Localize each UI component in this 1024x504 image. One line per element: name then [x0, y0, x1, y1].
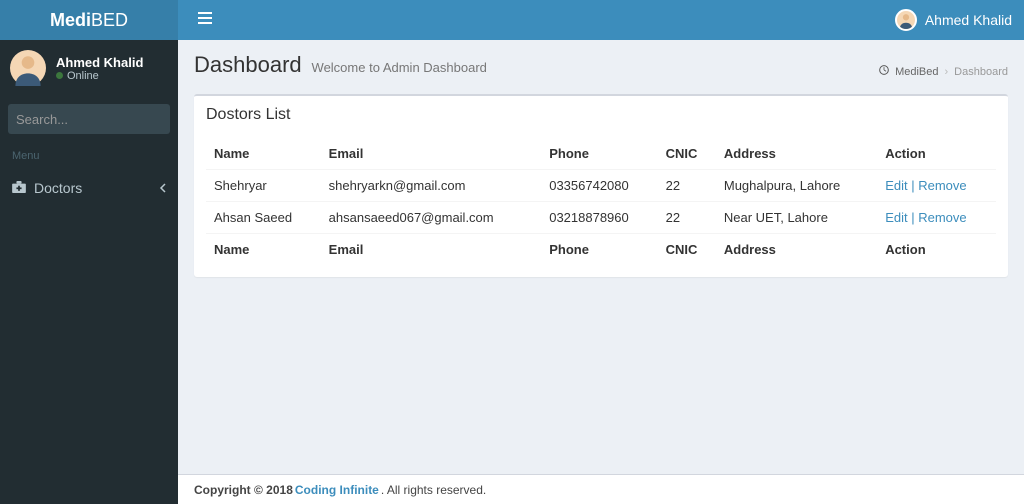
sidebar-user-panel: Ahmed Khalid Online	[0, 40, 178, 96]
page-subtitle: Welcome to Admin Dashboard	[312, 60, 487, 75]
content-wrapper: Dashboard Welcome to Admin Dashboard Med…	[178, 40, 1024, 474]
cell-name: Shehryar	[206, 170, 321, 202]
footer: Copyright © 2018 Coding Infinite . All r…	[178, 474, 1024, 504]
cell-cnic: 22	[658, 202, 716, 234]
brand-light: BED	[91, 10, 128, 30]
cell-phone: 03218878960	[541, 202, 657, 234]
dashboard-icon	[879, 65, 889, 78]
sidebar-user-status: Online	[56, 70, 143, 82]
chevron-right-icon: ›	[945, 66, 949, 78]
sidebar: Ahmed Khalid Online Menu Doctors	[0, 40, 178, 504]
edit-link[interactable]: Edit	[885, 210, 907, 225]
footer-link[interactable]: Coding Infinite	[295, 483, 379, 497]
cell-cnic: 22	[658, 170, 716, 202]
col-name: Name	[206, 138, 321, 170]
brand-bold: Medi	[50, 10, 91, 30]
col-phone: Phone	[541, 234, 657, 266]
breadcrumb-root[interactable]: MediBed	[895, 66, 938, 78]
topbar-user-menu[interactable]: Ahmed Khalid	[895, 9, 1012, 31]
action-separator: |	[908, 178, 919, 193]
table-row: Shehryarshehryarkn@gmail.com033567420802…	[206, 170, 996, 202]
sidebar-item-doctors[interactable]: Doctors	[0, 170, 178, 206]
col-address: Address	[716, 234, 877, 266]
cell-email: shehryarkn@gmail.com	[321, 170, 542, 202]
cell-address: Mughalpura, Lahore	[716, 170, 877, 202]
footer-copyright: Copyright © 2018	[194, 483, 293, 497]
avatar	[895, 9, 917, 31]
sidebar-search	[0, 96, 178, 142]
col-cnic: CNIC	[658, 234, 716, 266]
content-header: Dashboard Welcome to Admin Dashboard Med…	[178, 40, 1024, 86]
box-title: Dostors List	[194, 96, 1008, 134]
action-separator: |	[908, 210, 919, 225]
sidebar-item-label: Doctors	[34, 180, 82, 196]
table-row: Ahsan Saeedahsansaeed067@gmail.com032188…	[206, 202, 996, 234]
remove-link[interactable]: Remove	[918, 210, 966, 225]
col-cnic: CNIC	[658, 138, 716, 170]
topbar-user-name: Ahmed Khalid	[925, 12, 1012, 28]
breadcrumb-current: Dashboard	[954, 66, 1008, 78]
doctors-list-box: Dostors List Name Email Phone CNIC Addre…	[194, 94, 1008, 277]
col-address: Address	[716, 138, 877, 170]
col-name: Name	[206, 234, 321, 266]
cell-action: Edit | Remove	[877, 202, 996, 234]
cell-email: ahsansaeed067@gmail.com	[321, 202, 542, 234]
menu-icon	[198, 12, 212, 24]
briefcase-medical-icon	[12, 180, 26, 196]
sidebar-menu-header: Menu	[0, 142, 178, 170]
col-phone: Phone	[541, 138, 657, 170]
remove-link[interactable]: Remove	[918, 178, 966, 193]
col-email: Email	[321, 138, 542, 170]
brand-logo[interactable]: MediBED	[0, 0, 178, 40]
online-dot-icon	[56, 72, 63, 79]
footer-suffix: . All rights reserved.	[381, 483, 486, 497]
chevron-left-icon	[159, 180, 166, 196]
cell-address: Near UET, Lahore	[716, 202, 877, 234]
top-nav: Ahmed Khalid	[178, 0, 1024, 40]
doctors-table: Name Email Phone CNIC Address Action She…	[206, 138, 996, 265]
breadcrumb: MediBed › Dashboard	[879, 65, 1008, 78]
cell-phone: 03356742080	[541, 170, 657, 202]
sidebar-toggle[interactable]	[190, 7, 220, 33]
edit-link[interactable]: Edit	[885, 178, 907, 193]
col-action: Action	[877, 234, 996, 266]
cell-action: Edit | Remove	[877, 170, 996, 202]
sidebar-user-name: Ahmed Khalid	[56, 55, 143, 70]
page-title: Dashboard	[194, 52, 302, 78]
col-email: Email	[321, 234, 542, 266]
avatar	[10, 50, 46, 86]
status-label: Online	[67, 70, 99, 82]
cell-name: Ahsan Saeed	[206, 202, 321, 234]
search-input[interactable]	[16, 112, 192, 127]
col-action: Action	[877, 138, 996, 170]
